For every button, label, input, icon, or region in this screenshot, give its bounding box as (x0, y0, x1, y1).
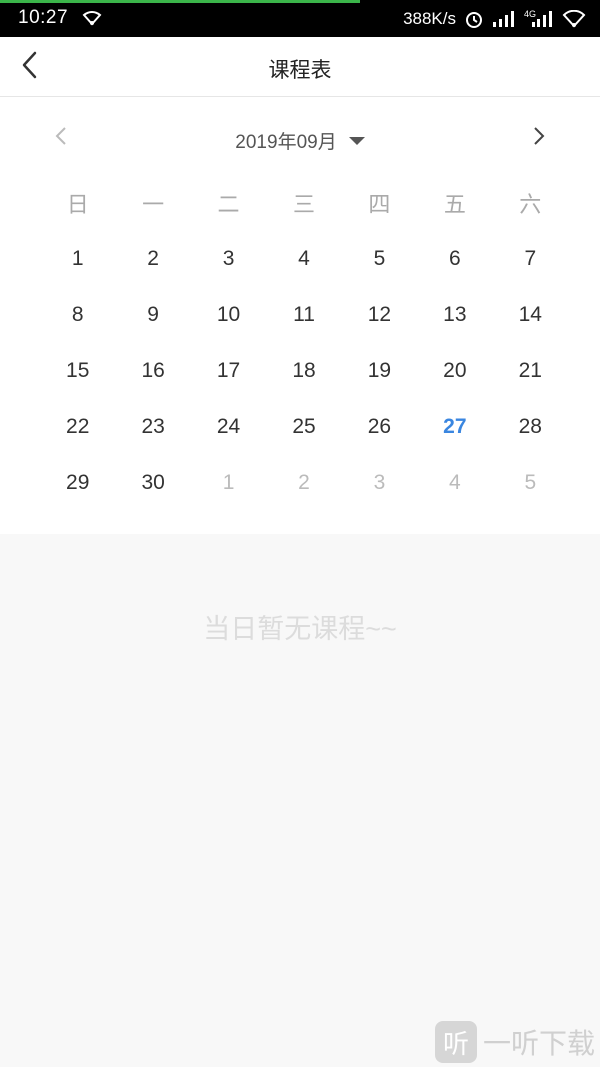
status-bar: 10:27 388K/s 4G (0, 0, 600, 37)
wifi-icon (82, 10, 102, 26)
day-cell[interactable]: 15 (40, 347, 115, 403)
day-cell-next-month[interactable]: 1 (191, 459, 266, 515)
weekday-label: 二 (217, 192, 240, 217)
day-cell[interactable]: 16 (115, 347, 190, 403)
day-cell[interactable]: 12 (342, 291, 417, 347)
weekday-label: 一 (142, 192, 165, 217)
signal-icon (492, 11, 516, 27)
month-label: 2019年09月 (235, 132, 337, 153)
calendar: 2019年09月 日 一 二 三 四 五 六 1 2 3 4 5 6 7 8 9… (0, 97, 600, 534)
day-cell[interactable]: 11 (266, 291, 341, 347)
day-cell-next-month[interactable]: 2 (266, 459, 341, 515)
day-cell[interactable]: 23 (115, 403, 190, 459)
day-cell[interactable]: 19 (342, 347, 417, 403)
day-cell[interactable]: 2 (115, 235, 190, 291)
day-cell[interactable]: 10 (191, 291, 266, 347)
day-cell[interactable]: 30 (115, 459, 190, 515)
day-cell[interactable]: 9 (115, 291, 190, 347)
chevron-right-icon (533, 126, 545, 151)
day-cell[interactable]: 21 (493, 347, 568, 403)
day-cell-today[interactable]: 27 (417, 403, 492, 459)
day-cell-next-month[interactable]: 4 (417, 459, 492, 515)
weekday-label: 四 (368, 192, 391, 217)
page-load-progress (0, 0, 360, 3)
day-cell[interactable]: 24 (191, 403, 266, 459)
weekday-header: 日 一 二 三 四 五 六 (40, 185, 568, 225)
day-cell[interactable]: 22 (40, 403, 115, 459)
day-cell[interactable]: 4 (266, 235, 341, 291)
weekday-label: 六 (519, 192, 542, 217)
page-title: 课程表 (268, 59, 332, 82)
day-cell-next-month[interactable]: 3 (342, 459, 417, 515)
day-cell-next-month[interactable]: 5 (493, 459, 568, 515)
day-cell[interactable]: 5 (342, 235, 417, 291)
next-month-button[interactable] (526, 125, 552, 151)
day-cell[interactable]: 28 (493, 403, 568, 459)
caret-down-icon (348, 136, 365, 145)
alarm-icon (464, 9, 484, 29)
day-cell[interactable]: 14 (493, 291, 568, 347)
day-cell[interactable]: 20 (417, 347, 492, 403)
weekday-label: 五 (443, 192, 466, 217)
day-cell[interactable]: 25 (266, 403, 341, 459)
month-selector[interactable]: 2019年09月 (0, 127, 600, 154)
day-cell[interactable]: 18 (266, 347, 341, 403)
watermark-text: 一听下载 (483, 1028, 596, 1059)
day-cell[interactable]: 3 (191, 235, 266, 291)
weekday-label: 三 (292, 192, 315, 217)
status-time: 10:27 (18, 7, 69, 28)
calendar-header: 2019年09月 (0, 97, 600, 179)
day-cell[interactable]: 7 (493, 235, 568, 291)
status-right-icons: 388K/s 4G (403, 7, 586, 31)
signal-4g-icon: 4G (524, 9, 554, 27)
app-bar: 课程表 (0, 37, 600, 97)
day-cell[interactable]: 8 (40, 291, 115, 347)
network-type-label: 4G (524, 9, 537, 19)
day-grid: 1 2 3 4 5 6 7 8 9 10 11 12 13 14 15 16 1… (40, 235, 568, 515)
watermark-logo: 听 (435, 1021, 477, 1063)
day-cell[interactable]: 17 (191, 347, 266, 403)
watermark: 听 一听下载 (435, 1017, 600, 1067)
day-cell[interactable]: 13 (417, 291, 492, 347)
day-cell[interactable]: 1 (40, 235, 115, 291)
empty-state-message: 当日暂无课程~~ (203, 614, 397, 644)
day-cell[interactable]: 26 (342, 403, 417, 459)
weekday-label: 日 (66, 192, 89, 217)
net-speed: 388K/s (403, 9, 456, 28)
day-cell[interactable]: 6 (417, 235, 492, 291)
day-cell[interactable]: 29 (40, 459, 115, 515)
wifi-icon (562, 10, 586, 28)
